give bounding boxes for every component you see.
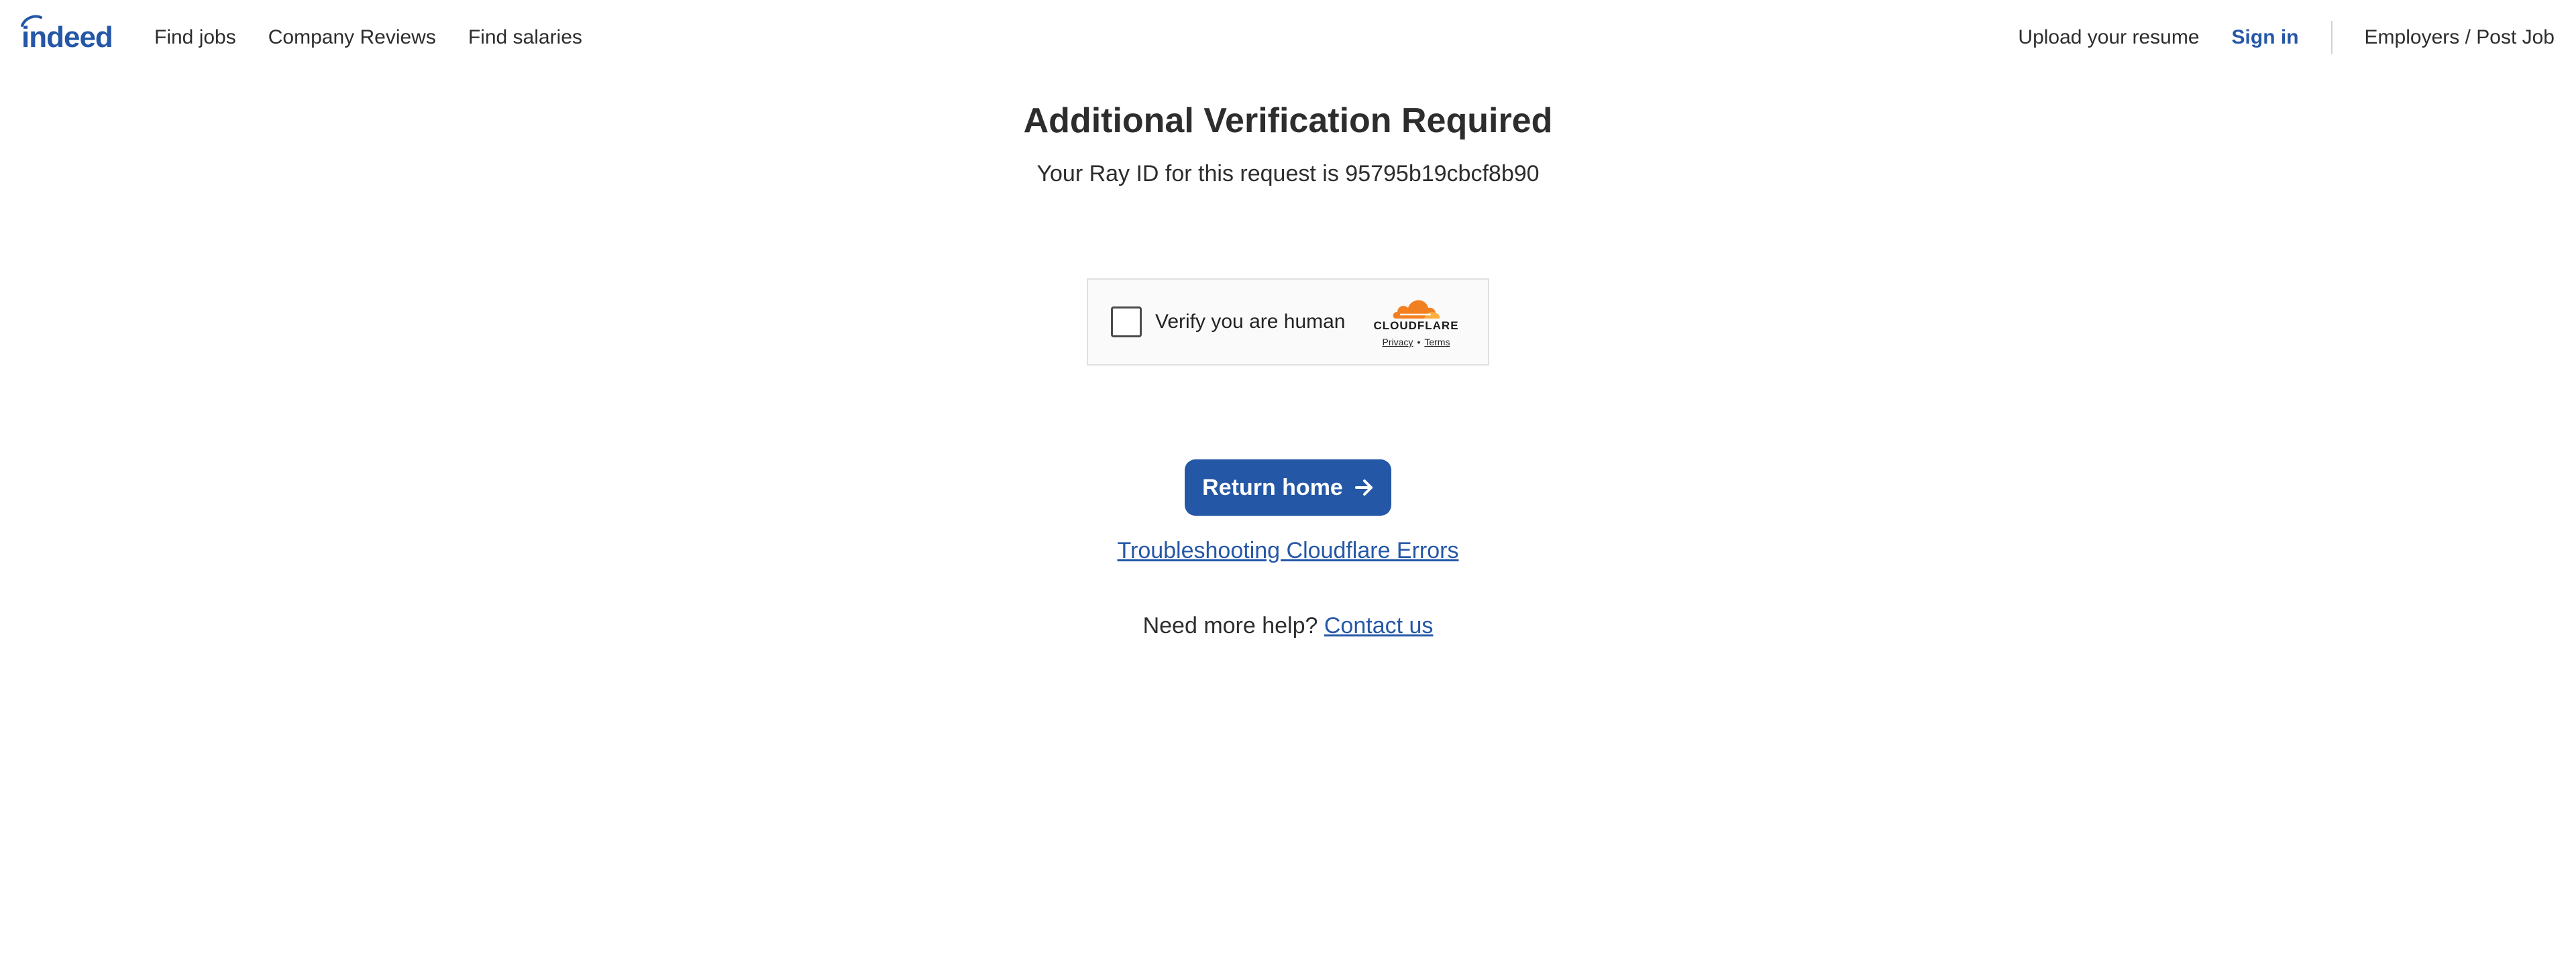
cloudflare-brand: CLOUDFLARE Privacy • Terms — [1366, 294, 1466, 347]
cloudflare-cloud-icon — [1393, 300, 1440, 319]
contact-us-link[interactable]: Contact us — [1324, 613, 1434, 638]
help-line: Need more help? Contact us — [0, 613, 2576, 639]
primary-nav: Find jobs Company Reviews Find salaries — [154, 0, 614, 75]
nav-find-jobs[interactable]: Find jobs — [154, 26, 236, 49]
turnstile-widget: Verify you are human CLOUDFLARE Privacy •… — [1087, 278, 1489, 366]
sign-in-link[interactable]: Sign in — [2232, 26, 2299, 49]
ray-id-line: Your Ray ID for this request is 95795b19… — [0, 161, 2576, 187]
verify-human-checkbox[interactable] — [1111, 306, 1142, 337]
troubleshooting-link[interactable]: Troubleshooting Cloudflare Errors — [1118, 538, 1459, 563]
nav-divider — [2330, 21, 2332, 54]
logo-text: indeed — [21, 21, 113, 54]
link-separator: • — [1417, 337, 1421, 347]
verify-human-label: Verify you are human — [1155, 311, 1346, 333]
employers-post-job-link[interactable]: Employers / Post Job — [2365, 26, 2555, 49]
nav-find-salaries[interactable]: Find salaries — [468, 26, 582, 49]
privacy-link[interactable]: Privacy — [1383, 337, 1413, 347]
troubleshooting-row: Troubleshooting Cloudflare Errors — [0, 538, 2576, 564]
nav-company-reviews[interactable]: Company Reviews — [268, 26, 436, 49]
indeed-logo[interactable]: indeed — [21, 15, 113, 54]
upload-resume-link[interactable]: Upload your resume — [2018, 26, 2199, 49]
cloudflare-wordmark: CLOUDFLARE — [1373, 319, 1459, 332]
ray-id-prefix: Your Ray ID for this request is — [1036, 161, 1339, 186]
help-prefix: Need more help? — [1142, 613, 1318, 638]
site-header: indeed Find jobs Company Reviews Find sa… — [0, 0, 2576, 75]
terms-link[interactable]: Terms — [1424, 337, 1450, 347]
return-home-button[interactable]: Return home — [1185, 459, 1391, 516]
secondary-nav: Upload your resume Sign in Employers / P… — [2018, 0, 2555, 75]
ray-id-value: 95795b19cbcf8b90 — [1345, 161, 1540, 186]
return-home-label: Return home — [1202, 474, 1343, 500]
cloudflare-links: Privacy • Terms — [1366, 337, 1466, 347]
arrow-right-icon — [1354, 480, 1373, 496]
page-title: Additional Verification Required — [1023, 101, 1553, 140]
